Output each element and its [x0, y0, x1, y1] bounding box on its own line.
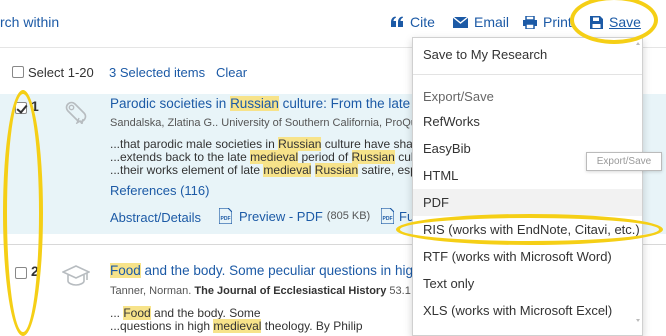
title-text: culture: From the late — [278, 96, 414, 111]
snippet-highlight: medieval — [213, 319, 262, 333]
record-snippet: ...questions in high medieval theology. … — [110, 319, 363, 333]
annotation-ellipse-ris — [396, 214, 663, 245]
author-text: Tanner, Norman. — [110, 285, 195, 297]
snippet-highlight: Russian — [314, 163, 359, 177]
cite-button[interactable]: Cite — [390, 14, 435, 30]
snippet-text: ...that parodic male societies in — [110, 137, 279, 151]
menu-item-rtf[interactable]: RTF (works with Microsoft Word) — [413, 243, 642, 270]
envelope-icon — [453, 16, 468, 28]
email-label: Email — [474, 14, 510, 30]
graduation-cap-icon — [62, 265, 90, 286]
record-author-line: Sandalska, Zlatina G.. University of Sou… — [110, 117, 424, 129]
references-link[interactable]: References (116) — [110, 183, 209, 198]
record-snippet: ...that parodic male societies in Russia… — [110, 137, 417, 151]
snippet-text: culture have shar — [321, 137, 417, 151]
record-snippet: ...their works element of late medieval … — [110, 163, 417, 177]
preview-pdf-link[interactable]: PDF Preview - PDF (805 KB) — [219, 208, 370, 224]
save-to-my-research-item[interactable]: Save to My Research — [413, 41, 642, 68]
svg-text:PDF: PDF — [383, 216, 393, 222]
abstract-details-link[interactable]: Abstract/Details — [110, 210, 201, 225]
snippet-highlight: Russian — [278, 137, 322, 151]
record-title-link[interactable]: Parodic societies in Russian culture: Fr… — [110, 96, 426, 111]
menu-item-refworks[interactable]: RefWorks — [413, 108, 642, 135]
preview-pdf-label: Preview - PDF — [239, 208, 323, 224]
select-range-label: Select 1-20 — [28, 65, 94, 80]
snippet-highlight: Russian — [351, 150, 395, 164]
snippet-text: and the body. Some — [150, 306, 261, 320]
pdf-file-icon: PDF — [219, 208, 232, 224]
print-label: Print — [543, 14, 572, 30]
save-dropdown-menu: Save to My Research Export/Save RefWorks… — [412, 37, 643, 336]
search-within-link[interactable]: rch within — [0, 14, 59, 30]
select-bar: Select 1-20 3 Selected items Clear — [0, 60, 420, 84]
snippet-text: period of — [298, 150, 352, 164]
select-all-checkbox[interactable] — [12, 66, 24, 78]
selected-items-link[interactable]: 3 Selected items — [109, 65, 205, 80]
title-highlight: Russian — [230, 96, 279, 111]
snippet-highlight: Food — [123, 306, 151, 320]
dissertation-scroll-icon — [65, 101, 87, 124]
snippet-text: ...questions in high — [110, 319, 214, 333]
snippet-text: ...extends back to the late — [110, 150, 251, 164]
svg-text:PDF: PDF — [221, 216, 231, 222]
snippet-highlight: medieval — [263, 163, 312, 177]
print-button[interactable]: Print — [523, 14, 572, 30]
annotation-ellipse-checkboxes — [3, 90, 43, 336]
title-highlight: Food — [110, 263, 141, 278]
snippet-text: theology. By Philip — [261, 319, 363, 333]
clear-selection-link[interactable]: Clear — [216, 65, 247, 80]
record-snippet: ...extends back to the late medieval per… — [110, 150, 424, 164]
pdf-size: (805 KB) — [326, 210, 371, 222]
record-snippet: ... Food and the body. Some — [110, 306, 261, 320]
cite-label: Cite — [410, 14, 435, 30]
pdf-file-icon: PDF — [381, 208, 394, 224]
journal-title: The Journal of Ecclesiastical History — [194, 285, 387, 297]
menu-item-xls[interactable]: XLS (works with Microsoft Excel) — [413, 297, 642, 324]
record-author-line: Tanner, Norman. The Journal of Ecclesias… — [110, 285, 429, 297]
snippet-text: ...their works element of late — [110, 163, 264, 177]
export-save-tooltip: Export/Save — [586, 152, 662, 171]
email-button[interactable]: Email — [453, 14, 509, 30]
snippet-highlight: medieval — [250, 150, 299, 164]
menu-item-pdf[interactable]: PDF — [413, 189, 642, 216]
export-save-heading: Export/Save — [423, 89, 494, 104]
menu-item-text-only[interactable]: Text only — [413, 270, 642, 297]
menu-divider — [413, 74, 642, 75]
snippet-text: ... — [110, 306, 124, 320]
printer-icon — [523, 15, 537, 29]
record-title-link[interactable]: Food and the body. Some peculiar questio… — [110, 263, 436, 278]
title-text: and the body. Some peculiar questions in… — [140, 263, 425, 278]
title-text: Parodic societies in — [110, 96, 231, 111]
menu-scrollbar[interactable] — [636, 42, 640, 322]
snippet-text: satire, esp — [358, 163, 417, 177]
quote-icon — [391, 16, 403, 27]
